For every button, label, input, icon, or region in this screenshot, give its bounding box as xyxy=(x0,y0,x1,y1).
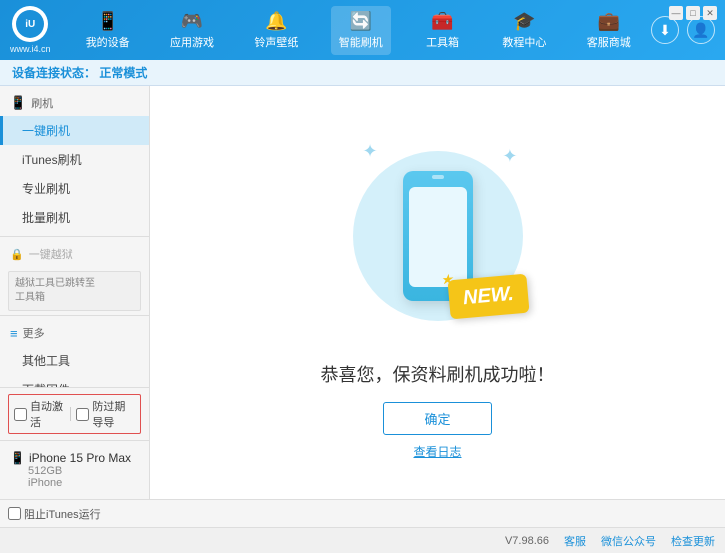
flash-section-label: 刷机 xyxy=(31,95,53,111)
nav-tab-toolbox[interactable]: 🧰 工具箱 xyxy=(415,6,470,55)
nav-tab-ringtone[interactable]: 🔔 铃声壁纸 xyxy=(246,6,306,55)
sidebar-item-one-click-flash[interactable]: 一键刷机 xyxy=(0,116,149,145)
content-area: ✦ ✦ NEW. 恭喜您，保资料刷机成功啦！ 确定 查看日志 xyxy=(150,86,725,499)
phone-illustration: ✦ ✦ NEW. xyxy=(338,126,538,346)
logo-text: www.i4.cn xyxy=(10,44,51,54)
new-badge: NEW. xyxy=(447,273,529,319)
footer: V7.98.66 客服 微信公众号 检查更新 xyxy=(0,527,725,553)
nav-tab-my-device[interactable]: 📱 我的设备 xyxy=(78,6,138,55)
device-name-row: 📱 iPhone 15 Pro Max xyxy=(10,451,139,465)
footer-link-service[interactable]: 客服 xyxy=(564,533,586,549)
sidebar-section-flash: 📱 刷机 一键刷机 iTunes刷机 专业刷机 批量刷机 xyxy=(0,90,149,232)
more-section-label: 更多 xyxy=(23,325,45,341)
itunes-checkbox[interactable]: 阻止iTunes运行 xyxy=(8,506,101,522)
phone-camera xyxy=(432,175,444,179)
logo-icon: iU xyxy=(16,10,44,38)
sidebar-section-jailbreak: 🔒 一键越狱 越狱工具已跳转至工具箱 xyxy=(0,241,149,311)
sparkle-icon-2: ✦ xyxy=(502,146,517,167)
jb-section-label: 一键越狱 xyxy=(29,246,73,262)
sidebar-item-download-firmware[interactable]: 下载固件 xyxy=(0,375,149,387)
maximize-button[interactable]: □ xyxy=(686,6,700,20)
time-guide-input[interactable] xyxy=(76,408,89,421)
sidebar-item-batch-flash[interactable]: 批量刷机 xyxy=(0,203,149,232)
service-icon: 💼 xyxy=(598,11,620,32)
apps-icon: 🎮 xyxy=(181,11,203,32)
device-card: 📱 iPhone 15 Pro Max 512GB iPhone xyxy=(8,447,141,493)
footer-link-update[interactable]: 检查更新 xyxy=(671,533,715,549)
sidebar-item-other-tools[interactable]: 其他工具 xyxy=(0,346,149,375)
apps-label: 应用游戏 xyxy=(170,34,214,50)
my-device-label: 我的设备 xyxy=(86,34,130,50)
confirm-button[interactable]: 确定 xyxy=(383,402,491,435)
smart-flash-label: 智能刷机 xyxy=(339,34,383,50)
auto-activate-input[interactable] xyxy=(14,408,27,421)
jb-notice: 越狱工具已跳转至工具箱 xyxy=(8,271,141,311)
flash-section-icon: 📱 xyxy=(10,95,26,111)
device-name: iPhone 15 Pro Max xyxy=(29,451,131,465)
sparkle-icon-1: ✦ xyxy=(363,141,378,162)
status-bar: 设备连接状态： 正常模式 xyxy=(0,60,725,86)
sidebar-item-pro-flash[interactable]: 专业刷机 xyxy=(0,174,149,203)
status-prefix: 设备连接状态： xyxy=(12,66,96,80)
smart-flash-icon: 🔄 xyxy=(350,11,372,32)
sidebar-section-more-header: ≡ 更多 xyxy=(0,320,149,346)
nav-tab-service[interactable]: 💼 客服商城 xyxy=(579,6,639,55)
sidebar-section-more: ≡ 更多 其他工具 下载固件 高级功能 xyxy=(0,320,149,387)
jb-section-icon: 🔒 xyxy=(10,248,24,261)
version-text: V7.98.66 xyxy=(505,535,549,547)
itunes-checkbox-input[interactable] xyxy=(8,507,21,520)
close-button[interactable]: ✕ xyxy=(703,6,717,20)
tutorials-icon: 🎓 xyxy=(513,11,535,32)
time-guide-label: 防过期导导 xyxy=(92,398,135,430)
toolbox-label: 工具箱 xyxy=(426,34,459,50)
checkbox-row: 自动激活 防过期导导 xyxy=(8,394,141,434)
sidebar: 📱 刷机 一键刷机 iTunes刷机 专业刷机 批量刷机 🔒 一键越狱 越狱工具… xyxy=(0,86,150,499)
status-value: 正常模式 xyxy=(99,66,147,80)
toolbox-icon: 🧰 xyxy=(431,11,453,32)
minimize-button[interactable]: — xyxy=(669,6,683,20)
log-link[interactable]: 查看日志 xyxy=(413,443,461,460)
device-section: 📱 iPhone 15 Pro Max 512GB iPhone xyxy=(0,440,149,499)
device-icon: 📱 xyxy=(10,451,25,465)
nav-tab-apps[interactable]: 🎮 应用游戏 xyxy=(162,6,222,55)
bottom-bar: 阻止iTunes运行 xyxy=(0,499,725,527)
sidebar-item-itunes-flash[interactable]: iTunes刷机 xyxy=(0,145,149,174)
logo: iU www.i4.cn xyxy=(10,6,51,54)
auto-section: 自动激活 防过期导导 xyxy=(0,387,149,440)
header: iU www.i4.cn 📱 我的设备 🎮 应用游戏 🔔 铃声壁纸 🔄 智能刷机 xyxy=(0,0,725,60)
success-text: 恭喜您，保资料刷机成功啦！ xyxy=(321,361,555,387)
service-label: 客服商城 xyxy=(587,34,631,50)
nav-tab-smart-flash[interactable]: 🔄 智能刷机 xyxy=(331,6,391,55)
nav-tab-tutorials[interactable]: 🎓 教程中心 xyxy=(494,6,554,55)
ringtone-icon: 🔔 xyxy=(265,11,287,32)
download-button[interactable]: ⬇ xyxy=(651,16,679,44)
my-device-icon: 📱 xyxy=(96,11,118,32)
sidebar-section-flash-header: 📱 刷机 xyxy=(0,90,149,116)
auto-activate-checkbox[interactable]: 自动激活 xyxy=(14,398,64,430)
device-storage: 512GB xyxy=(10,465,139,477)
window-controls[interactable]: — □ ✕ xyxy=(669,6,717,20)
user-button[interactable]: 👤 xyxy=(687,16,715,44)
device-type: iPhone xyxy=(10,477,139,489)
header-right: ⬇ 👤 xyxy=(651,16,715,44)
checkbox-divider xyxy=(70,407,71,421)
time-guide-checkbox[interactable]: 防过期导导 xyxy=(76,398,135,430)
more-section-icon: ≡ xyxy=(10,326,18,341)
footer-link-wechat[interactable]: 微信公众号 xyxy=(601,533,656,549)
itunes-label: 阻止iTunes运行 xyxy=(24,506,101,522)
auto-activate-label: 自动激活 xyxy=(30,398,64,430)
ringtone-label: 铃声壁纸 xyxy=(254,34,298,50)
nav-tabs: 📱 我的设备 🎮 应用游戏 🔔 铃声壁纸 🔄 智能刷机 🧰 工具箱 🎓 xyxy=(66,6,651,55)
tutorials-label: 教程中心 xyxy=(502,34,546,50)
sidebar-section-jb-header: 🔒 一键越狱 xyxy=(0,241,149,267)
phone-screen xyxy=(409,187,467,287)
